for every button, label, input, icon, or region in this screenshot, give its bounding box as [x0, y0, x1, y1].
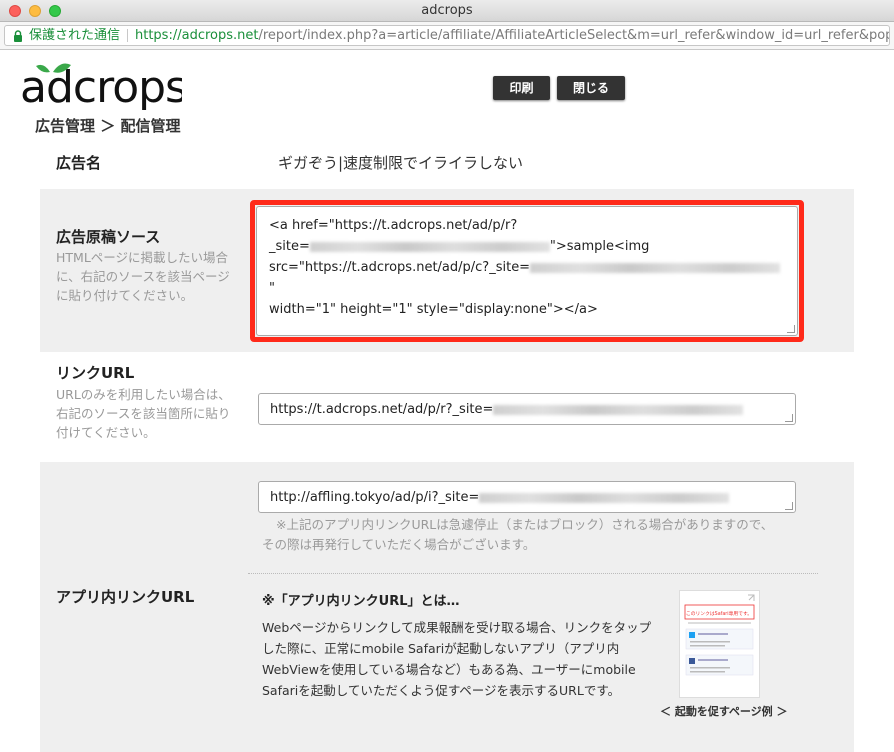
url-text: https://adcrops.net/report/index.php?a=a…	[135, 26, 890, 45]
link-url-field[interactable]: https://t.adcrops.net/ad/p/r?_site=	[258, 393, 796, 425]
app-link-label: アプリ内リンクURL	[56, 588, 195, 606]
url-host: adcrops.net	[181, 28, 259, 43]
app-link-about-title: ※「アプリ内リンクURL」とは…	[262, 594, 460, 609]
redacted-site-id	[493, 404, 744, 415]
link-url-label: リンクURL	[56, 364, 135, 382]
expand-icon	[748, 594, 755, 601]
ad-source-line-2: _site= ">sample<img	[269, 236, 785, 257]
breadcrumb: 広告管理 ＞ 配信管理	[35, 117, 181, 135]
ad-source-label: 広告原稿ソース	[56, 228, 161, 246]
redacted-site-id	[530, 262, 781, 273]
thumbnail-caption: ＜ 起動を促すページ例 ＞	[660, 705, 788, 718]
ad-source-line-2-prefix: _site=	[269, 239, 310, 254]
url-scheme: https://	[135, 28, 182, 43]
app-link-about-body: Webページからリンクして成果報酬を受け取る場合、リンクをタップした際に、正常に…	[262, 620, 652, 698]
ad-source-hint: HTMLページに掲載したい場合に、右記のソースを該当ページに貼り付けてください。	[56, 250, 230, 303]
url-field[interactable]: 保護された通信 https://adcrops.net/report/index…	[4, 25, 890, 46]
ad-source-line-3-prefix: src="https://t.adcrops.net/ad/p/c?_site=	[269, 260, 531, 275]
redacted-site-id	[479, 492, 730, 503]
link-url-hint: URLのみを利用したい場合は、右記のソースを該当箇所に貼り付けてください。	[56, 387, 231, 440]
ad-source-textarea[interactable]: <a href="https://t.adcrops.net/ad/p/r? _…	[256, 206, 798, 336]
address-bar: 保護された通信 https://adcrops.net/report/index…	[0, 22, 894, 50]
lock-icon	[14, 30, 22, 42]
resize-handle[interactable]	[785, 502, 793, 510]
url-path: /report/index.php?a=article/affiliate/Af…	[258, 28, 890, 43]
resize-handle[interactable]	[787, 325, 795, 333]
redacted-site-id	[309, 241, 550, 252]
app-link-notice-line-1: ※上記のアプリ内リンクURLは急遽停止（またはブロック）される場合がありますので…	[276, 517, 774, 532]
example-page-thumbnail[interactable]: このリンクはSafari専用です。	[679, 590, 760, 698]
app-link-url-field[interactable]: http://affling.tokyo/ad/p/i?_site=	[258, 481, 796, 513]
secure-connection-label: 保護された通信	[29, 28, 121, 43]
window-title: adcrops	[421, 3, 473, 18]
ad-name-label: 広告名	[56, 154, 102, 172]
section-divider	[248, 573, 818, 574]
thumbnail-heading: このリンクはSafari専用です。	[686, 610, 752, 617]
ad-name-value: ギガぞう|速度制限でイライラしない	[278, 154, 524, 172]
url-separator	[127, 29, 128, 42]
link-url-value: https://t.adcrops.net/ad/p/r?_site=	[270, 402, 494, 417]
ad-source-line-1: <a href="https://t.adcrops.net/ad/p/r?	[269, 218, 518, 233]
ad-source-line-3-suffix: "	[269, 281, 275, 296]
app-link-notice-line-2: その際は再発行していただく場合がございます。	[262, 537, 536, 552]
resize-handle[interactable]	[785, 414, 793, 422]
print-button[interactable]: 印刷	[493, 76, 550, 100]
thumbnail-preview: このリンクはSafari専用です。	[684, 594, 755, 676]
window-titlebar: adcrops	[0, 0, 894, 22]
close-button[interactable]: 閉じる	[557, 76, 625, 100]
app-link-url-value: http://affling.tokyo/ad/p/i?_site=	[270, 490, 480, 505]
ad-source-line-2-suffix: ">sample<img	[549, 239, 650, 254]
ad-source-line-4: width="1" height="1" style="display:none…	[269, 302, 598, 317]
adcrops-logo: adcrops	[20, 62, 182, 110]
ad-source-line-3: src="https://t.adcrops.net/ad/p/c?_site=…	[269, 257, 785, 299]
